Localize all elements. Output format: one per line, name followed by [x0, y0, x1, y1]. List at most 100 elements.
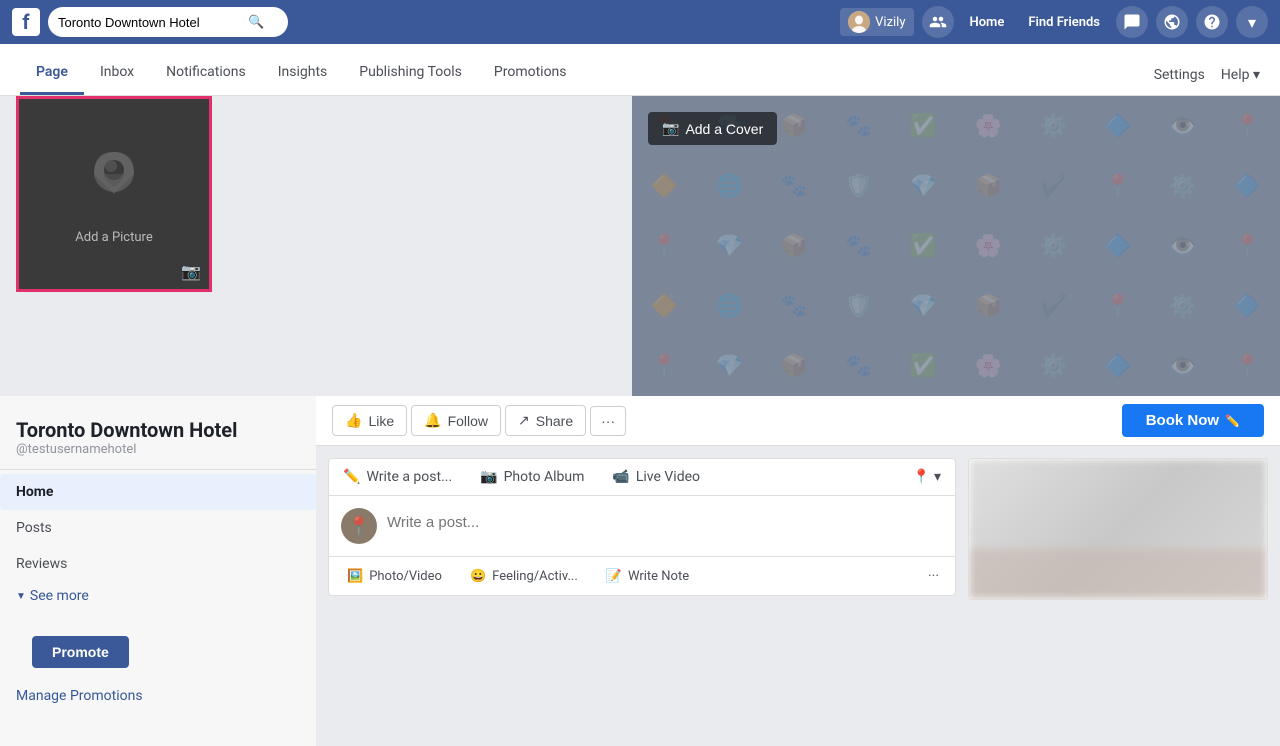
pattern-icon: ⚙️: [1150, 276, 1215, 336]
profile-placeholder-icon: [84, 144, 144, 224]
messenger-icon[interactable]: [1116, 6, 1148, 38]
photo-video-button[interactable]: 🖼️ Photo/Video: [333, 562, 456, 591]
post-tabs: ✏️ Write a post... 📷 Photo Album 📹 Live …: [329, 459, 955, 496]
live-video-icon: 📹: [612, 469, 629, 485]
post-input-row: 📍: [329, 496, 955, 556]
right-content: 👍 Like 🔔 Follow ↗ Share ··· Book Now ✏️: [316, 396, 1280, 746]
top-navigation: f 🔍 Vizily Home Find Friends ▾: [0, 0, 1280, 44]
tab-insights[interactable]: Insights: [262, 50, 344, 95]
pattern-icon: 📍: [1215, 336, 1280, 396]
like-icon: 👍: [345, 412, 362, 429]
location-toggle[interactable]: 📍 ▾: [899, 459, 955, 495]
pattern-icon: ⚙️: [1021, 216, 1086, 276]
pattern-icon: ✅: [891, 216, 956, 276]
camera-icon: 📷: [662, 120, 679, 137]
pattern-icon: 🐾: [826, 336, 891, 396]
post-tab-write[interactable]: ✏️ Write a post...: [329, 459, 466, 495]
pattern-icon: 🛡️: [826, 156, 891, 216]
feeling-label: Feeling/Activ...: [492, 569, 578, 584]
globe-icon[interactable]: [1156, 6, 1188, 38]
pattern-icon: 📍: [632, 216, 697, 276]
settings-link[interactable]: Settings: [1154, 67, 1205, 83]
share-label: Share: [536, 413, 573, 429]
pattern-icon: 📍: [1086, 276, 1151, 336]
tab-page[interactable]: Page: [20, 50, 84, 95]
action-bar: 👍 Like 🔔 Follow ↗ Share ··· Book Now ✏️: [316, 396, 1280, 446]
promote-button[interactable]: Promote: [32, 636, 129, 668]
sidebar-item-reviews[interactable]: Reviews: [0, 546, 316, 582]
live-video-label: Live Video: [636, 469, 700, 485]
photo-video-icon: 🖼️: [347, 569, 363, 584]
note-icon: 📝: [606, 569, 622, 584]
pattern-icon: 🌸: [956, 336, 1021, 396]
user-badge[interactable]: Vizily: [840, 8, 913, 36]
post-area: ✏️ Write a post... 📷 Photo Album 📹 Live …: [328, 458, 956, 596]
more-post-actions-button[interactable]: ···: [916, 561, 951, 591]
pattern-icon: 🌐: [697, 276, 762, 336]
see-more-item[interactable]: ▼ See more: [0, 582, 316, 610]
post-text-input[interactable]: [387, 508, 943, 531]
chevron-down-icon: ▼: [16, 591, 26, 602]
search-input[interactable]: [58, 15, 248, 30]
sidebar-nav: Home Posts Reviews ▼ See more: [0, 469, 316, 614]
page-name: Toronto Downtown Hotel: [16, 412, 300, 442]
pattern-icon: 💎: [697, 216, 762, 276]
left-sidebar: Toronto Downtown Hotel @testusernamehote…: [0, 396, 316, 746]
manage-promotions-link[interactable]: Manage Promotions: [16, 680, 300, 712]
like-button[interactable]: 👍 Like: [332, 405, 407, 436]
post-tab-live-video[interactable]: 📹 Live Video: [598, 459, 714, 495]
content-columns: ✏️ Write a post... 📷 Photo Album 📹 Live …: [316, 446, 1280, 600]
widget-blurred-content: [969, 459, 1267, 599]
more-options-button[interactable]: ···: [590, 406, 626, 436]
page-username: @testusernamehotel: [16, 442, 300, 457]
post-action-bar: 🖼️ Photo/Video 😀 Feeling/Activ... 📝 Writ…: [329, 556, 955, 595]
feeling-icon: 😀: [470, 569, 486, 584]
write-note-button[interactable]: 📝 Write Note: [592, 562, 703, 591]
note-label: Write Note: [628, 569, 689, 584]
pattern-icon: 📦: [956, 276, 1021, 336]
pattern-icon: 🌸: [956, 96, 1021, 156]
pattern-icon: 📍: [1215, 216, 1280, 276]
search-bar[interactable]: 🔍: [48, 7, 288, 37]
tab-publishing-tools[interactable]: Publishing Tools: [343, 50, 478, 95]
pattern-icon: 🛡️: [826, 276, 891, 336]
tab-notifications[interactable]: Notifications: [150, 50, 262, 95]
search-icon: 🔍: [248, 15, 264, 30]
pattern-icon: 📍: [1215, 96, 1280, 156]
share-button[interactable]: ↗ Share: [505, 405, 586, 436]
follow-button[interactable]: 🔔 Follow: [411, 405, 501, 436]
page-nav-tabs: Page Inbox Notifications Insights Publis…: [20, 50, 583, 95]
sidebar-item-home[interactable]: Home: [0, 474, 316, 510]
right-widget-column: [968, 458, 1268, 600]
help-icon[interactable]: [1196, 6, 1228, 38]
write-tab-label: Write a post...: [366, 469, 452, 485]
home-nav-link[interactable]: Home: [962, 11, 1013, 34]
cover-photo-area: 📍 💎 📦 🐾 ✅ 🌸 ⚙️ 🔷 👁️ 📍 🔶 🌐 🐾 🛡️ 💎 📦: [632, 96, 1280, 396]
profile-pic-area[interactable]: Add a Picture 📷: [16, 96, 212, 292]
find-friends-nav-link[interactable]: Find Friends: [1020, 11, 1108, 34]
feeling-activity-button[interactable]: 😀 Feeling/Activ...: [456, 562, 592, 591]
pattern-icon: 🔶: [632, 276, 697, 336]
dropdown-icon[interactable]: ▾: [1236, 6, 1268, 38]
camera-icon: 📷: [181, 262, 201, 281]
post-tab-photo-album[interactable]: 📷 Photo Album: [466, 459, 598, 495]
pattern-icon: 🐾: [762, 156, 827, 216]
pattern-icon: 📍: [1086, 156, 1151, 216]
add-cover-button[interactable]: 📷 Add a Cover: [648, 112, 777, 145]
book-now-button[interactable]: Book Now ✏️: [1122, 404, 1264, 437]
sidebar-item-posts[interactable]: Posts: [0, 510, 316, 546]
photo-video-label: Photo/Video: [369, 569, 442, 584]
tab-promotions[interactable]: Promotions: [478, 50, 583, 95]
post-composer-column: ✏️ Write a post... 📷 Photo Album 📹 Live …: [328, 458, 956, 600]
pattern-icon: 💎: [891, 276, 956, 336]
like-label: Like: [368, 413, 394, 429]
photo-album-label: Photo Album: [504, 469, 585, 485]
edit-icon: ✏️: [1225, 414, 1240, 428]
tab-inbox[interactable]: Inbox: [84, 50, 150, 95]
pattern-icon: 🔷: [1086, 216, 1151, 276]
people-icon[interactable]: [922, 6, 954, 38]
help-link[interactable]: Help ▾: [1221, 67, 1260, 83]
location-pin-icon: 📍: [348, 516, 370, 537]
book-now-label: Book Now: [1146, 412, 1219, 429]
write-icon: ✏️: [343, 469, 360, 485]
